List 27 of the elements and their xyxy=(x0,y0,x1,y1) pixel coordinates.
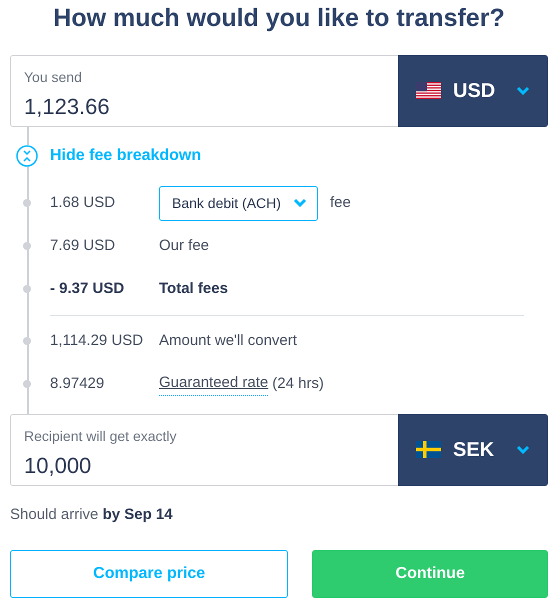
fee-amount: 1,114.29 USD xyxy=(50,330,144,351)
amount-input[interactable]: 1,123.66 xyxy=(24,90,386,122)
fee-amount: 8.97429 xyxy=(50,374,106,394)
rate-link[interactable]: Guaranteed rate xyxy=(159,372,268,396)
currency-select[interactable]: SEK xyxy=(398,414,548,486)
fee-amount: 1.68 USD xyxy=(50,192,116,213)
fee-label: Amount we'll convert xyxy=(159,330,297,351)
page-title: How much would you like to transfer? xyxy=(52,3,506,34)
amount-field[interactable]: Recipient will get exactly 10,000 xyxy=(10,414,398,486)
flag-icon xyxy=(416,82,441,99)
fee-label: Total fees xyxy=(159,278,228,299)
amount-field[interactable]: You send 1,123.66 xyxy=(10,54,398,126)
fee-amount: 7.69 USD xyxy=(50,236,116,256)
fee-label: Our fee xyxy=(159,236,210,256)
arrival-text: Should arrive by Sep 14 xyxy=(10,504,174,524)
chevron-down-icon xyxy=(516,86,530,96)
chevron-down-icon xyxy=(292,198,307,208)
fee-label: (24 hrs) xyxy=(272,374,324,394)
amount-input[interactable]: 10,000 xyxy=(24,448,386,482)
currency-select[interactable]: USD xyxy=(398,54,548,126)
field-label: Recipient will get exactly xyxy=(24,426,178,446)
flag-icon xyxy=(416,441,441,458)
fee-label: fee xyxy=(330,192,351,213)
field-label: You send xyxy=(24,68,83,86)
payment-method-select[interactable]: Bank debit (ACH) xyxy=(159,186,318,220)
chevron-down-icon xyxy=(516,444,530,454)
fee-amount: - 9.37 USD xyxy=(50,278,126,299)
